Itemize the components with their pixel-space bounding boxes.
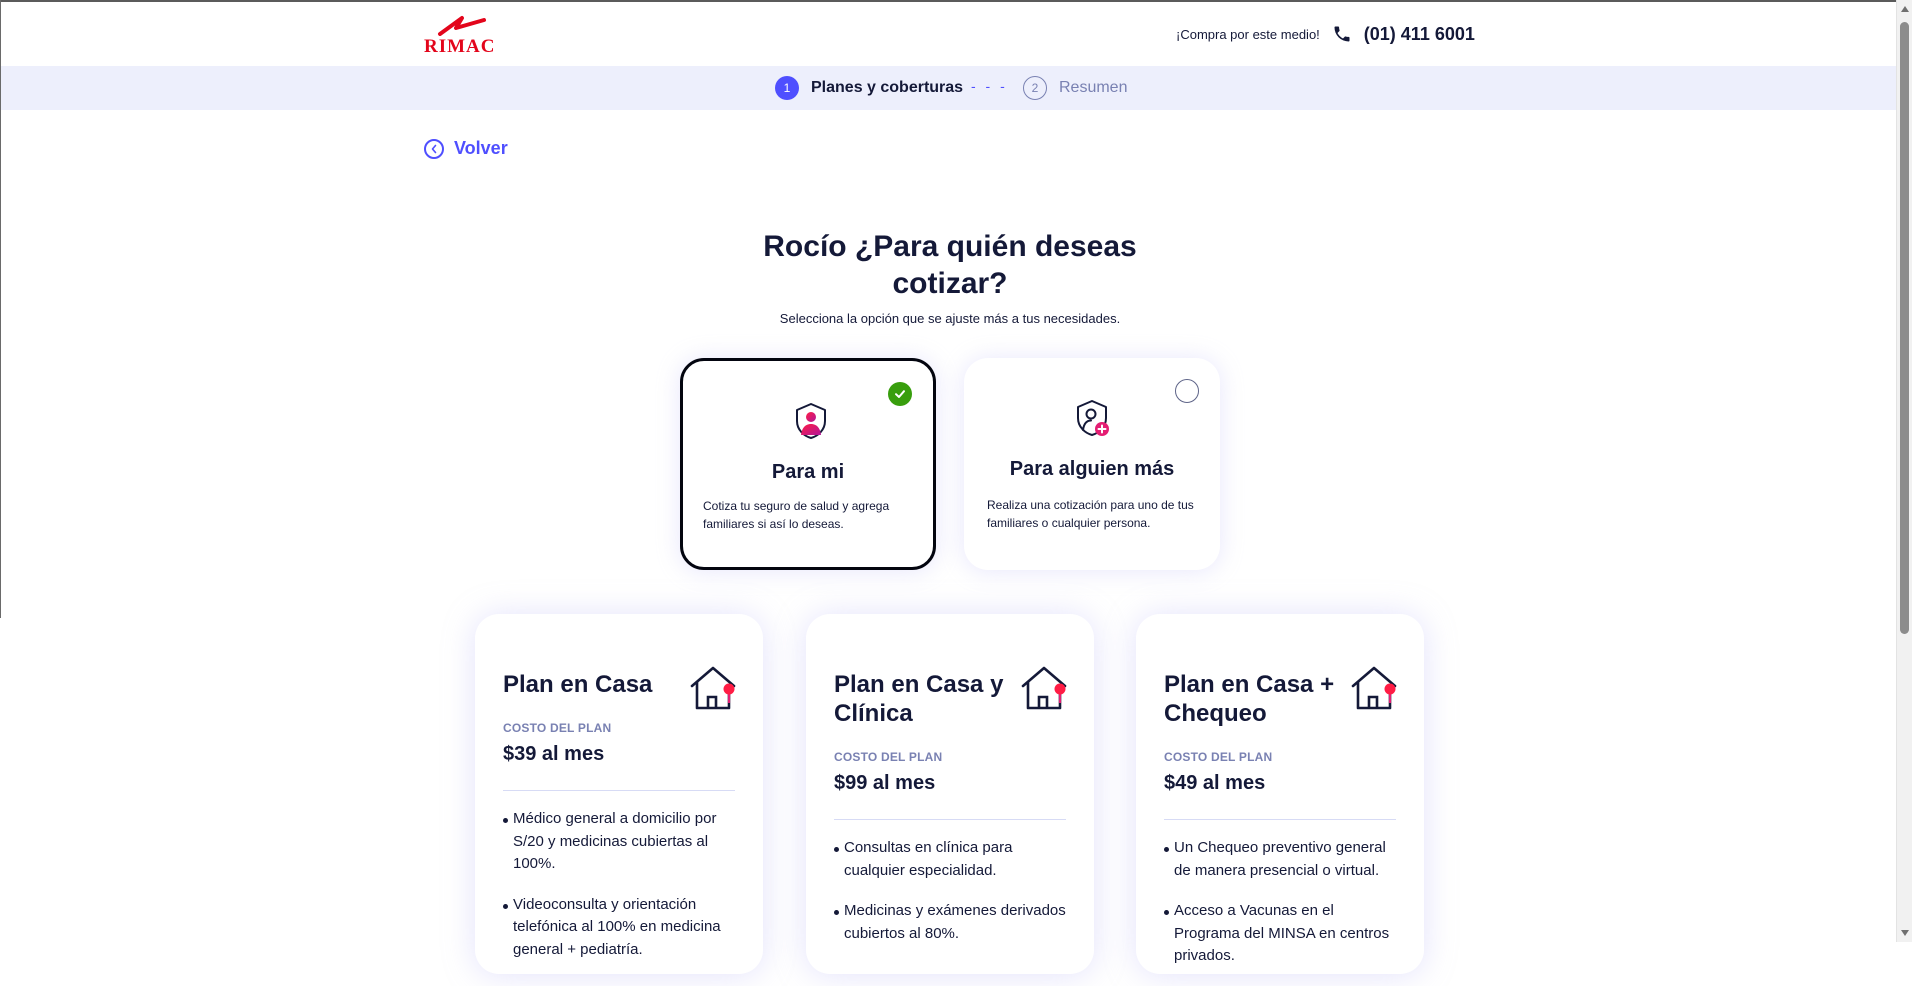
purchase-cta-text: ¡Compra por este medio! bbox=[1176, 26, 1320, 42]
progress-stepper: 1 Planes y coberturas - - - 2 Resumen bbox=[1, 66, 1896, 110]
option-description: Cotiza tu seguro de salud y agrega famil… bbox=[703, 499, 890, 531]
option-title: Para mi bbox=[771, 461, 845, 483]
plan-cost-label: COSTO DEL PLAN bbox=[834, 750, 943, 764]
house-icon bbox=[1351, 666, 1397, 710]
plan-divider bbox=[1164, 819, 1396, 820]
option-card-for-me[interactable]: Para mi Cotiza tu seguro de salud y agre… bbox=[680, 358, 936, 570]
plan-features-list: Consultas en clínica para cualquier espe… bbox=[834, 837, 1072, 963]
plan-feature-item: Medicinas y exámenes derivados cubiertos… bbox=[834, 900, 1072, 945]
house-icon bbox=[690, 666, 736, 710]
vertical-scrollbar[interactable] bbox=[1896, 0, 1912, 942]
brand-wordmark: RIMAC bbox=[424, 36, 496, 57]
plan-title: Plan en Casa bbox=[503, 671, 653, 698]
plan-divider bbox=[503, 790, 735, 791]
chevron-left-icon bbox=[424, 138, 444, 159]
step-2-label: Resumen bbox=[1059, 79, 1128, 96]
plan-price: $49 al mes bbox=[1164, 772, 1266, 794]
rimac-logo[interactable]: RIMAC bbox=[424, 14, 500, 57]
plan-card-home-checkup[interactable]: Plan en Casa + Chequeo COSTO DEL PLAN $4… bbox=[1136, 614, 1424, 974]
step-summary: 2 Resumen bbox=[1023, 76, 1127, 100]
step-connector: - - - bbox=[971, 78, 1008, 94]
back-button-label: Volver bbox=[454, 138, 508, 158]
step-plans-coverages: 1 Planes y coberturas bbox=[775, 76, 963, 100]
plan-price: $99 al mes bbox=[834, 772, 936, 794]
shield-user-add-icon bbox=[1077, 400, 1109, 436]
shield-user-icon bbox=[796, 403, 826, 439]
plan-feature-item: Acceso a Vacunas en el Programa del MINS… bbox=[1164, 900, 1402, 968]
step-2-number: 2 bbox=[1023, 76, 1047, 100]
option-description: Realiza una cotización para uno de tus f… bbox=[987, 498, 1194, 530]
plan-title: Plan en Casa y Clínica bbox=[834, 671, 1004, 727]
option-card-for-someone-else[interactable]: Para alguien más Realiza una cotización … bbox=[964, 358, 1220, 570]
plan-price: $39 al mes bbox=[503, 743, 605, 765]
house-icon bbox=[1021, 666, 1067, 710]
plan-title: Plan en Casa + Chequeo bbox=[1164, 671, 1335, 727]
plan-feature-item: Videoconsulta y orientación telefónica a… bbox=[503, 894, 741, 962]
header: RIMAC ¡Compra por este medio! (01) 411 6… bbox=[0, 2, 1896, 66]
page-subtitle: Selecciona la opción que se ajuste más a… bbox=[779, 311, 1121, 326]
plan-cost-label: COSTO DEL PLAN bbox=[1164, 750, 1273, 764]
plan-feature-item: Un Chequeo preventivo general de manera … bbox=[1164, 837, 1402, 882]
plan-divider bbox=[834, 819, 1066, 820]
scroll-down-arrow-icon[interactable] bbox=[1901, 930, 1909, 936]
plan-features-list: Un Chequeo preventivo general de manera … bbox=[1164, 837, 1402, 986]
step-1-label: Planes y coberturas bbox=[811, 79, 964, 96]
rimac-logo-mark-icon bbox=[438, 16, 486, 36]
step-1-number: 1 bbox=[775, 76, 799, 100]
checkmark-icon bbox=[888, 382, 912, 406]
plan-card-home-clinic[interactable]: Plan en Casa y Clínica COSTO DEL PLAN $9… bbox=[806, 614, 1094, 974]
plan-feature-item: Médico general a domicilio por S/20 y me… bbox=[503, 808, 741, 876]
plan-features-list: Médico general a domicilio por S/20 y me… bbox=[503, 808, 741, 979]
phone-icon bbox=[1334, 26, 1350, 42]
page-title: Rocío ¿Para quién deseas cotizar? bbox=[763, 230, 1137, 300]
back-button[interactable]: Volver bbox=[424, 138, 508, 159]
radio-unchecked-icon bbox=[1175, 379, 1199, 403]
scroll-up-arrow-icon[interactable] bbox=[1901, 6, 1909, 12]
contact-info: ¡Compra por este medio! (01) 411 6001 bbox=[1176, 22, 1475, 46]
plan-feature-item: Consultas en clínica para cualquier espe… bbox=[834, 837, 1072, 882]
scrollbar-thumb[interactable] bbox=[1900, 22, 1909, 634]
option-title: Para alguien más bbox=[1009, 458, 1175, 480]
phone-number-link[interactable]: (01) 411 6001 bbox=[1364, 24, 1475, 45]
plan-cost-label: COSTO DEL PLAN bbox=[503, 721, 612, 735]
plan-card-home[interactable]: Plan en Casa COSTO DEL PLAN $39 al mes M… bbox=[475, 614, 763, 974]
